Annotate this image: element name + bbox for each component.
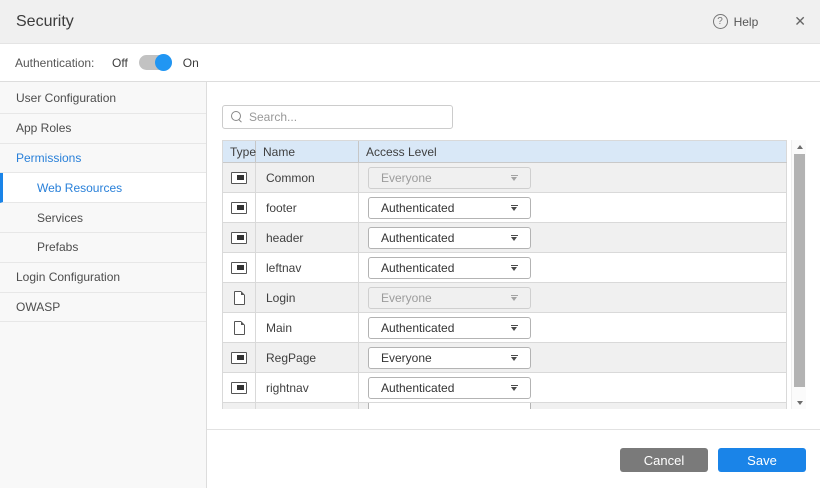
help-icon: ? <box>713 14 728 29</box>
chevron-down-icon <box>510 354 519 362</box>
column-header-name: Name <box>256 141 359 162</box>
access-level-dropdown[interactable]: Authenticated <box>368 257 531 279</box>
cancel-button[interactable]: Cancel <box>620 448 708 472</box>
access-level-dropdown[interactable]: Authenticated <box>368 197 531 219</box>
close-icon[interactable]: ✕ <box>794 13 806 30</box>
table-row-header: header Authenticated <box>223 223 787 253</box>
access-level-value: Authenticated <box>381 201 454 215</box>
access-level-value: Everyone <box>381 171 432 185</box>
access-level-dropdown[interactable]: Authenticated <box>368 317 531 339</box>
partial-icon <box>231 382 247 394</box>
search-box <box>222 105 453 129</box>
access-level-value: Everyone <box>381 291 432 305</box>
access-level-value: Authenticated <box>381 321 454 335</box>
resource-name: header <box>256 223 359 252</box>
resource-name: RegPage <box>256 343 359 372</box>
table-row-login: Login Everyone <box>223 283 787 313</box>
partial-icon <box>231 352 247 364</box>
access-level-value: Authenticated <box>381 261 454 275</box>
access-level-value: Everyone <box>381 351 432 365</box>
sidebar-item-user-configuration[interactable]: User Configuration <box>0 84 206 114</box>
access-level-dropdown[interactable]: Everyone <box>368 347 531 369</box>
sidebar-item-web-resources[interactable]: Web Resources <box>0 173 206 203</box>
chevron-down-icon <box>510 204 519 212</box>
table-row-rightnav: rightnav Authenticated <box>223 373 787 403</box>
table-row-clipped <box>223 403 787 409</box>
table-row-regpage: RegPage Everyone <box>223 343 787 373</box>
help-label: Help <box>734 15 759 29</box>
page-icon <box>234 291 245 305</box>
toggle-on-label: On <box>183 56 199 70</box>
table-header-row: Type Name Access Level <box>223 141 787 163</box>
authentication-label: Authentication: <box>15 56 112 70</box>
security-dialog: Security ? Help ✕ Authentication: Off On… <box>0 0 820 489</box>
help-button[interactable]: ? Help <box>713 14 759 29</box>
partial-icon <box>231 232 247 244</box>
sidebar-item-app-roles[interactable]: App Roles <box>0 114 206 144</box>
chevron-down-icon <box>510 384 519 392</box>
column-header-type: Type <box>223 141 256 162</box>
toggle-knob <box>155 54 172 71</box>
scroll-up-button[interactable] <box>792 140 806 153</box>
chevron-down-icon <box>510 234 519 242</box>
partial-icon <box>231 202 247 214</box>
chevron-down-icon <box>510 324 519 332</box>
sidebar-item-owasp[interactable]: OWASP <box>0 293 206 323</box>
resource-name: footer <box>256 193 359 222</box>
access-level-value: Authenticated <box>381 231 454 245</box>
authentication-toggle[interactable] <box>139 54 172 71</box>
access-level-value: Authenticated <box>381 381 454 395</box>
resource-name: Common <box>256 163 359 192</box>
page-icon <box>234 321 245 335</box>
access-level-dropdown <box>368 403 531 409</box>
settings-sidebar: User Configuration App Roles Permissions… <box>0 82 207 488</box>
resource-name: leftnav <box>256 253 359 282</box>
access-level-dropdown: Everyone <box>368 167 531 189</box>
resources-table-scrollarea: Type Name Access Level Common Everyone <box>222 140 806 409</box>
permissions-panel: Type Name Access Level Common Everyone <box>207 82 820 488</box>
sidebar-item-prefabs[interactable]: Prefabs <box>0 233 206 263</box>
chevron-down-icon <box>510 174 519 182</box>
table-row-leftnav: leftnav Authenticated <box>223 253 787 283</box>
footer-actions: Cancel Save <box>620 448 806 472</box>
partial-icon <box>231 172 247 184</box>
title-bar: Security ? Help ✕ <box>0 0 820 44</box>
scroll-down-button[interactable] <box>792 396 806 409</box>
resource-name: Main <box>256 313 359 342</box>
vertical-scrollbar[interactable] <box>791 140 806 409</box>
save-button[interactable]: Save <box>718 448 806 472</box>
authentication-bar: Authentication: Off On <box>0 44 820 82</box>
footer-divider <box>207 429 820 430</box>
scroll-down-icon <box>797 401 803 405</box>
resource-name: Login <box>256 283 359 312</box>
sidebar-item-login-configuration[interactable]: Login Configuration <box>0 263 206 293</box>
access-level-dropdown: Everyone <box>368 287 531 309</box>
access-level-dropdown[interactable]: Authenticated <box>368 377 531 399</box>
page-title: Security <box>16 13 74 31</box>
partial-icon <box>231 262 247 274</box>
search-input[interactable] <box>249 110 429 124</box>
access-level-dropdown[interactable]: Authenticated <box>368 227 531 249</box>
scroll-up-icon <box>797 145 803 149</box>
table-row-footer: footer Authenticated <box>223 193 787 223</box>
resource-name: rightnav <box>256 373 359 402</box>
chevron-down-icon <box>510 294 519 302</box>
table-row-common: Common Everyone <box>223 163 787 193</box>
search-icon <box>231 111 243 123</box>
resources-table: Type Name Access Level Common Everyone <box>222 140 787 409</box>
column-header-access-level: Access Level <box>359 141 787 162</box>
toggle-off-label: Off <box>112 56 128 70</box>
chevron-down-icon <box>510 264 519 272</box>
sidebar-item-services[interactable]: Services <box>0 203 206 233</box>
table-row-main: Main Authenticated <box>223 313 787 343</box>
scrollbar-thumb[interactable] <box>794 154 805 387</box>
sidebar-item-permissions[interactable]: Permissions <box>0 144 206 174</box>
